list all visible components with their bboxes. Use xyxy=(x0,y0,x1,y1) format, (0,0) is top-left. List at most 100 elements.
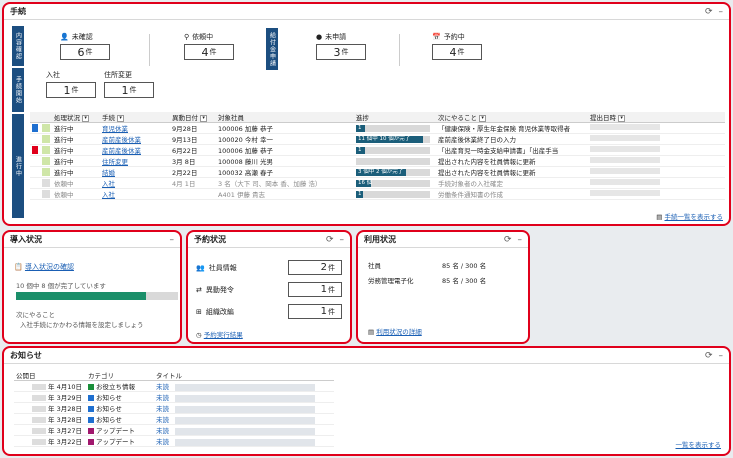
row-flag xyxy=(30,188,40,200)
refresh-icon[interactable]: ⟳ xyxy=(504,235,512,245)
news-header: お知らせ ⟳ – xyxy=(4,348,729,364)
reserve-employee[interactable]: 👥 社員情報 2件 xyxy=(196,260,342,275)
col-submitted[interactable]: 提出日時 ▾ xyxy=(588,112,725,123)
col-employee: 対象社員 xyxy=(216,112,354,123)
stat-hire[interactable]: 入社 1件 xyxy=(46,70,96,98)
news-col-title: タイトル xyxy=(154,370,334,381)
usage-value: 85 名 / 300 名 xyxy=(442,277,487,285)
panel-title: 導入状況 xyxy=(10,235,42,244)
stat-reserved[interactable]: 📅 予約中 4件 xyxy=(432,32,482,60)
news-status[interactable]: 未読 xyxy=(154,402,334,414)
row-status: 進行中 xyxy=(52,144,100,156)
stat-address[interactable]: 住所変更 1件 xyxy=(104,70,154,98)
list-item[interactable]: 年 3月28日 お知らせ 未読 xyxy=(14,402,334,414)
procedures-header: 手続 ⟳ – xyxy=(4,4,729,20)
usage-label: 労務管理電子化 xyxy=(368,277,414,285)
intro-next-title: 次にやること xyxy=(16,311,55,319)
stat-not-applied[interactable]: ● 未申請 3件 xyxy=(316,32,366,60)
col-date[interactable]: 異動日付 ▾ xyxy=(170,112,216,123)
row-procedure-link[interactable]: 住所変更 xyxy=(100,155,170,167)
pay-tab: 給付金申請 xyxy=(266,28,278,70)
news-status[interactable]: 未読 xyxy=(154,435,334,447)
row-submitted xyxy=(588,177,725,189)
stat-unconfirmed[interactable]: 👤 未確認 6件 xyxy=(60,32,110,60)
usage-panel: 利用状況 ⟳ – 社員 85 名 / 300 名 労務管理電子化 85 名 / 300… xyxy=(356,230,530,344)
stat-unit: 件 xyxy=(129,86,137,94)
people-icon: 👥 xyxy=(196,263,205,272)
col-status[interactable]: 処理状況 ▾ xyxy=(52,112,100,123)
row-next-action: 「健康保険・厚生年金保険 育児休業等取得者 xyxy=(436,122,588,134)
news-category: アップデート xyxy=(86,424,154,436)
row-procedure-link[interactable]: 産前産後休業 xyxy=(100,133,170,145)
news-status[interactable]: 未読 xyxy=(154,424,334,436)
reserve-unit: 件 xyxy=(328,307,335,316)
row-employee: 100006 加藤 恭子 xyxy=(216,144,354,156)
reserve-transfer[interactable]: ⇄ 異動発令 1件 xyxy=(196,282,342,297)
clipboard-icon: 📋 xyxy=(14,263,23,271)
row-procedure-link[interactable]: 結婚 xyxy=(100,166,170,178)
row-flag xyxy=(30,166,40,178)
row-status-chip xyxy=(40,177,52,189)
minimize-icon[interactable]: – xyxy=(170,235,175,245)
row-procedure-link[interactable]: 入社 xyxy=(100,188,170,200)
reserve-label: 社員情報 xyxy=(208,263,237,272)
row-procedure-link[interactable]: 入社 xyxy=(100,177,170,189)
row-procedure-link[interactable]: 育児休業 xyxy=(100,122,170,134)
news-panel: お知らせ ⟳ – 公開日 カテゴリ タイトル 年 4月10日 お役立ち情報 未読 年 … xyxy=(2,346,731,456)
row-procedure-link[interactable]: 産前産後休業 xyxy=(100,144,170,156)
row-progress xyxy=(354,155,436,167)
row-progress: 1 xyxy=(354,144,436,156)
stat-unit: 件 xyxy=(71,86,79,94)
news-category: お知らせ xyxy=(86,402,154,414)
row-status: 依頼中 xyxy=(52,188,100,200)
list-item[interactable]: 年 4月10日 お役立ち情報 未読 xyxy=(14,380,334,392)
chevron-down-icon: ▾ xyxy=(117,114,125,122)
minimize-icon[interactable]: – xyxy=(340,235,345,245)
table-row[interactable]: 進行中 結婚 2月22日 100032 高瀬 春子 3 個中 2 個が完了 提出された内容… xyxy=(30,166,725,178)
table-row[interactable]: 進行中 育児休業 9月28日 100006 加藤 恭子 1 「健康保険・厚生年金保険 育児… xyxy=(30,122,725,134)
request-icon: ⚲ xyxy=(184,33,190,41)
show-procedures-link[interactable]: ▤ 手続一覧を表示する xyxy=(656,211,723,221)
reserve-result-link[interactable]: ◷ 予約実行結果 xyxy=(196,329,243,339)
news-status[interactable]: 未読 xyxy=(154,391,334,403)
news-table-wrap: 公開日 カテゴリ タイトル 年 4月10日 お役立ち情報 未読 年 3月29日 お知ら… xyxy=(14,370,334,447)
news-category: アップデート xyxy=(86,435,154,447)
col-next[interactable]: 次にやること ▾ xyxy=(436,112,588,123)
list-item[interactable]: 年 3月27日 アップデート 未読 xyxy=(14,424,334,436)
row-status-chip xyxy=(40,133,52,145)
intro-link[interactable]: 📋 導入状況の確認 xyxy=(14,262,74,272)
minimize-icon[interactable]: – xyxy=(719,351,724,361)
col-proc[interactable]: 手続 ▾ xyxy=(100,112,170,123)
usage-row-labor: 労務管理電子化 85 名 / 300 名 xyxy=(368,275,486,285)
news-header-row: 公開日 カテゴリ タイトル xyxy=(14,370,334,381)
minimize-icon[interactable]: – xyxy=(719,7,724,17)
reserve-value: 1 xyxy=(320,284,327,295)
refresh-icon[interactable]: ⟳ xyxy=(326,235,334,245)
list-item[interactable]: 年 3月22日 アップデート 未読 xyxy=(14,435,334,447)
news-category: お役立ち情報 xyxy=(86,380,154,392)
news-status[interactable]: 未読 xyxy=(154,413,334,425)
news-status[interactable]: 未読 xyxy=(154,380,334,392)
news-category: お知らせ xyxy=(86,413,154,425)
reserve-unit: 件 xyxy=(328,285,335,294)
reserve-org[interactable]: ⊞ 組織改編 1件 xyxy=(196,304,342,319)
table-row[interactable]: 進行中 住所変更 3月 8日 100008 藤川 光男 提出された内容を社員情報に更新 xyxy=(30,155,725,167)
table-row[interactable]: 進行中 産前産後休業 6月22日 100006 加藤 恭子 1 「出産育児一時金支給申請書… xyxy=(30,144,725,156)
list-icon: ▤ xyxy=(656,213,663,221)
clock-icon: ◷ xyxy=(196,331,202,339)
list-item[interactable]: 年 3月29日 お知らせ 未読 xyxy=(14,391,334,403)
usage-detail-link[interactable]: ▤ 利用状況の詳細 xyxy=(368,326,422,336)
news-show-list-link[interactable]: 一覧を表示する xyxy=(676,439,722,449)
minimize-icon[interactable]: – xyxy=(518,235,523,245)
row-status: 進行中 xyxy=(52,133,100,145)
reserve-unit: 件 xyxy=(328,263,335,272)
usage-header: 利用状況 ⟳ – xyxy=(358,232,528,248)
refresh-icon[interactable]: ⟳ xyxy=(705,7,713,17)
row-date xyxy=(170,188,216,200)
table-row[interactable]: 進行中 産前産後休業 9月13日 100020 今村 幸一 11 個中 10 個が完了産… xyxy=(30,133,725,145)
refresh-icon[interactable]: ⟳ xyxy=(705,351,713,361)
stat-requesting[interactable]: ⚲ 依頼中 4件 xyxy=(184,32,234,60)
list-item[interactable]: 年 3月28日 お知らせ 未読 xyxy=(14,413,334,425)
table-row[interactable]: 依頼中 入社 4月 1日 3 名（大下 司、岡本 香、加藤 浩） 16 個手続対象者の… xyxy=(30,177,725,189)
table-row[interactable]: 依頼中 入社 A401 伊藤 貴志 1 労働条件通知書の作成 xyxy=(30,188,725,200)
